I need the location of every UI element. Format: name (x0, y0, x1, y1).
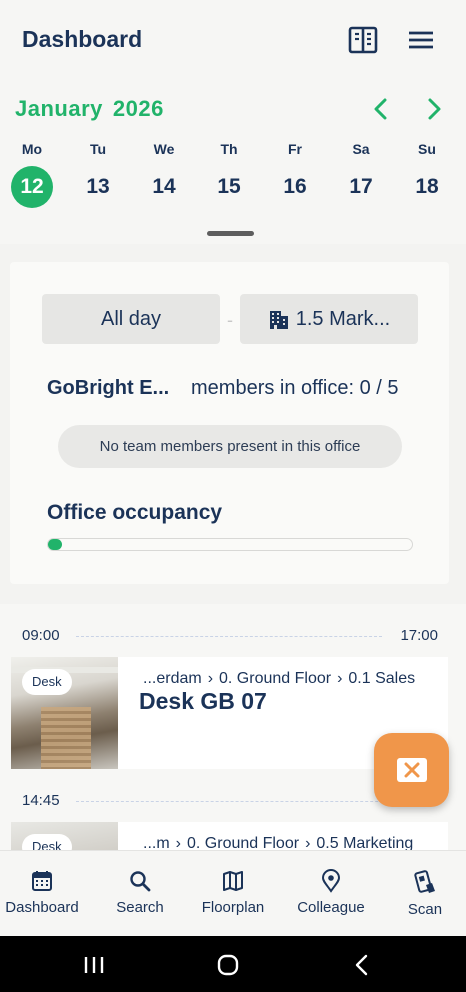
slot-start-time: 09:00 (22, 627, 60, 644)
booking-location-path: ...m › 0. Ground Floor › 0.5 Marketing (143, 835, 413, 850)
booking-location-path: ...erdam › 0. Ground Floor › 0.1 Sales (143, 670, 415, 688)
crumb: 0. Ground Floor (187, 835, 300, 850)
close-icon (396, 758, 427, 782)
weekday-label: Th (220, 141, 238, 157)
booking-card[interactable]: Desk ...m › 0. Ground Floor › 0.5 Marketing (11, 822, 448, 850)
weekday-label: Mo (21, 141, 43, 157)
chevron-right-icon: › (207, 670, 214, 687)
team-name[interactable]: GoBright E... (47, 377, 169, 399)
crumb: ...erdam (143, 670, 202, 687)
scan-phone-icon (414, 870, 435, 893)
search-icon (130, 871, 151, 892)
slot-end-time: 17:00 (400, 627, 438, 644)
page-title: Dashboard (22, 26, 143, 52)
month-label: January (15, 96, 103, 121)
weekday-label: Tu (89, 141, 107, 157)
chevron-right-icon: › (305, 835, 311, 850)
tab-dashboard[interactable]: Dashboard (0, 869, 87, 916)
day-cell[interactable]: 17 (340, 166, 382, 208)
chevron-right-icon: › (337, 670, 343, 687)
desk-photo: Desk (11, 657, 118, 769)
day-selected[interactable]: 12 (11, 166, 53, 208)
bottom-tab-bar: Dashboard Search Floorplan Colleague Sca… (0, 850, 466, 936)
close-fab-button[interactable] (374, 733, 449, 807)
crumb: ...m (143, 835, 170, 850)
map-icon (223, 871, 243, 891)
occupancy-progress-fill (48, 539, 62, 550)
tab-floorplan[interactable]: Floorplan (188, 869, 278, 916)
booking-type-tag: Desk (22, 834, 72, 850)
month-year-label: January 2026 (15, 96, 164, 122)
weekday-label: Sa (352, 141, 370, 157)
location-label: 1.5 Mark... (295, 307, 391, 330)
filter-separator: - (227, 310, 233, 330)
tab-label: Floorplan (201, 899, 265, 916)
year-label: 2026 (112, 96, 164, 121)
tab-colleague[interactable]: Colleague (286, 869, 376, 916)
calendar-icon (32, 871, 52, 891)
day-cell[interactable]: 14 (143, 166, 185, 208)
booking-title: Desk GB 07 (139, 688, 267, 714)
location-filter-button[interactable]: 1.5 Mark... (240, 294, 418, 344)
recent-apps-icon[interactable] (82, 953, 108, 977)
week-calendar: January 2026 Mo Tu We Th Fr Sa Su 12 13 14 15 16 17 1… (0, 82, 466, 244)
booking-type-tag: Desk (22, 669, 72, 695)
time-slot: 09:00 17:00 (22, 627, 438, 645)
menu-icon[interactable] (405, 24, 437, 56)
top-bar: Dashboard (0, 0, 466, 82)
weekday-label: Fr (288, 141, 302, 157)
system-navigation-bar (0, 936, 466, 992)
members-in-office: members in office: 0 / 5 (191, 377, 399, 399)
tab-scan[interactable]: Scan (380, 869, 466, 918)
tab-label: Scan (407, 901, 443, 918)
occupancy-title: Office occupancy (47, 501, 223, 524)
slot-divider (76, 636, 382, 637)
time-filter-button[interactable]: All day (42, 294, 220, 344)
home-icon[interactable] (216, 953, 242, 977)
slot-start-time: 14:45 (22, 792, 60, 809)
weekday-label: We (153, 141, 175, 157)
location-pin-icon (321, 869, 341, 893)
back-icon[interactable] (350, 953, 376, 977)
building-icon (269, 311, 288, 329)
chevron-right-icon[interactable] (421, 96, 447, 122)
day-cell[interactable]: 13 (77, 166, 119, 208)
desk-photo: Desk (11, 822, 118, 850)
day-cell[interactable]: 15 (208, 166, 250, 208)
tab-search[interactable]: Search (95, 869, 185, 916)
team-row: GoBright E... members in office: 0 / 5 (47, 377, 427, 400)
day-cell[interactable]: 16 (274, 166, 316, 208)
no-members-notice: No team members present in this office (58, 425, 402, 468)
day-cell[interactable]: 18 (406, 166, 448, 208)
crumb: 0.1 Sales (348, 670, 416, 687)
booking-timeline: 09:00 17:00 Desk ...erdam › 0. Ground Floo… (0, 604, 466, 850)
tab-label: Search (116, 899, 164, 916)
chevron-right-icon: › (175, 835, 181, 850)
chevron-left-icon[interactable] (368, 96, 394, 122)
occupancy-progress-bar (47, 538, 413, 551)
book-icon[interactable] (347, 24, 379, 56)
crumb: 0. Ground Floor (219, 670, 332, 687)
crumb: 0.5 Marketing (316, 835, 414, 850)
tab-label: Colleague (297, 899, 365, 916)
weekday-label: Su (418, 141, 436, 157)
tab-label: Dashboard (5, 899, 79, 916)
office-card: All day - 1.5 Mark... GoBright E... memb… (10, 262, 449, 584)
drag-handle[interactable] (207, 231, 254, 236)
